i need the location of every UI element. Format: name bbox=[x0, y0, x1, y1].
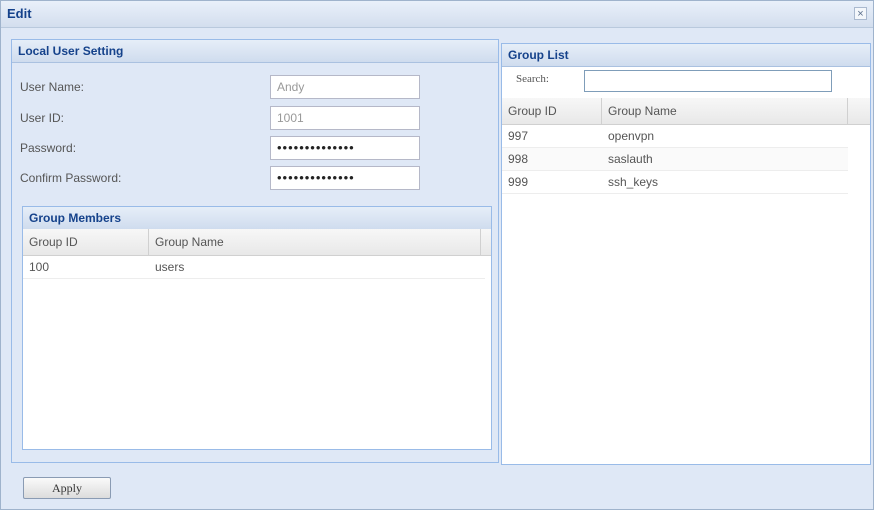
confirm-password-row: Confirm Password: •••••••••••••• bbox=[20, 166, 420, 190]
close-icon[interactable]: × bbox=[854, 7, 867, 20]
group-id-cell: 999 bbox=[508, 175, 529, 189]
dialog-footer bbox=[1, 467, 873, 509]
confirm-password-field[interactable]: •••••••••••••• bbox=[270, 166, 420, 190]
group-name-cell: users bbox=[155, 260, 185, 274]
group-name-cell: saslauth bbox=[608, 152, 653, 166]
search-input[interactable] bbox=[584, 70, 832, 92]
group-list-grid-header: Group ID Group Name bbox=[502, 98, 870, 125]
edit-dialog: Edit × Local User Setting User Name: And… bbox=[0, 0, 874, 510]
group-id-cell: 100 bbox=[29, 260, 50, 274]
table-row[interactable]: 998 saslauth bbox=[502, 148, 848, 171]
group-id-cell: 998 bbox=[508, 152, 529, 166]
local-user-setting-title: Local User Setting bbox=[18, 44, 124, 58]
user-id-field[interactable]: 1001 bbox=[270, 106, 420, 130]
table-row[interactable]: 100 users bbox=[23, 256, 485, 279]
column-header-group-name[interactable]: Group Name bbox=[149, 229, 481, 255]
local-user-setting-header: Local User Setting bbox=[12, 40, 498, 63]
group-members-grid-header: Group ID Group Name bbox=[23, 229, 491, 256]
search-label: Search: bbox=[516, 73, 549, 85]
group-members-title: Group Members bbox=[29, 211, 122, 225]
confirm-password-label: Confirm Password: bbox=[20, 171, 122, 185]
password-row: Password: •••••••••••••• bbox=[20, 136, 420, 160]
group-name-cell: ssh_keys bbox=[608, 175, 659, 189]
dialog-titlebar[interactable]: Edit × bbox=[1, 1, 873, 28]
group-list-title: Group List bbox=[508, 48, 569, 62]
column-header-group-name[interactable]: Group Name bbox=[602, 98, 848, 124]
password-label: Password: bbox=[20, 141, 77, 155]
user-name-label: User Name: bbox=[20, 80, 85, 94]
column-header-group-id[interactable]: Group ID bbox=[502, 98, 602, 124]
column-header-group-id[interactable]: Group ID bbox=[23, 229, 149, 255]
group-members-panel: Group Members Group ID Group Name 100 us… bbox=[22, 206, 492, 450]
table-row[interactable]: 997 openvpn bbox=[502, 125, 848, 148]
apply-button[interactable]: Apply bbox=[23, 477, 111, 499]
group-list-header: Group List bbox=[502, 44, 870, 67]
local-user-setting-panel: Local User Setting User Name: Andy User … bbox=[11, 39, 499, 463]
group-list-panel: Group List Search: Group ID Group Name 9… bbox=[501, 43, 871, 465]
user-name-row: User Name: Andy bbox=[20, 75, 420, 99]
table-row[interactable]: 999 ssh_keys bbox=[502, 171, 848, 194]
group-name-cell: openvpn bbox=[608, 129, 655, 143]
group-members-header: Group Members bbox=[23, 207, 491, 230]
group-id-cell: 997 bbox=[508, 129, 529, 143]
user-id-row: User ID: 1001 bbox=[20, 106, 420, 130]
user-name-field[interactable]: Andy bbox=[270, 75, 420, 99]
user-id-label: User ID: bbox=[20, 111, 65, 125]
dialog-title: Edit bbox=[7, 6, 32, 21]
password-field[interactable]: •••••••••••••• bbox=[270, 136, 420, 160]
